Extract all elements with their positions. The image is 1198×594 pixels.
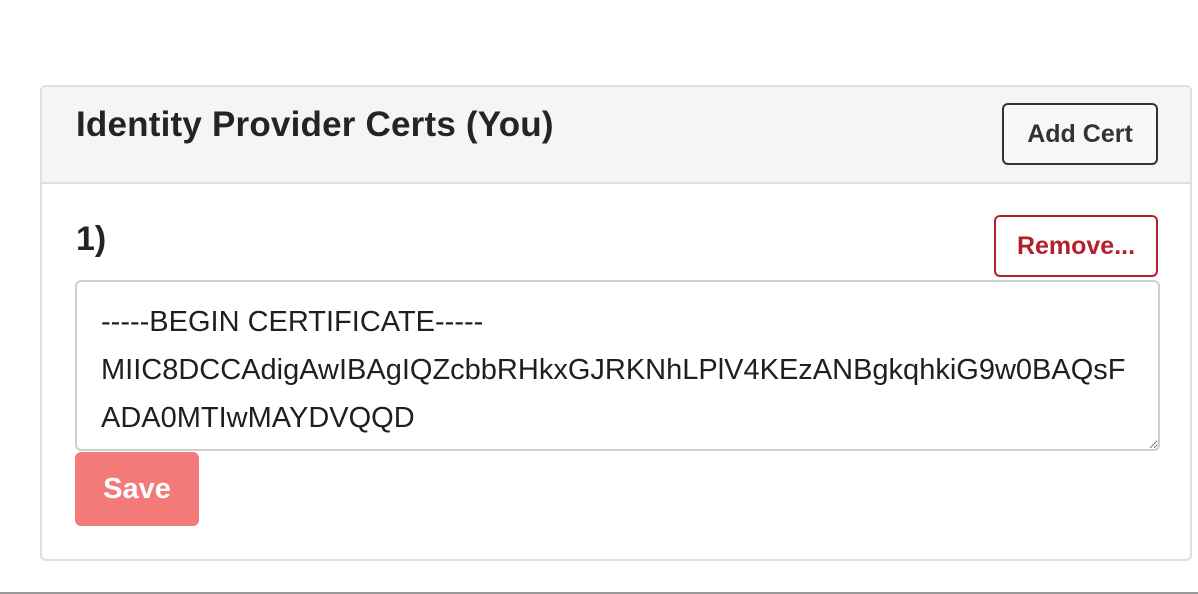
cert-index-label: 1)	[76, 220, 107, 258]
idp-certs-panel: Identity Provider Certs (You) Add Cert 1…	[40, 85, 1192, 561]
add-cert-button[interactable]: Add Cert	[1002, 103, 1158, 165]
certificate-textarea[interactable]: -----BEGIN CERTIFICATE----- MIIC8DCCAdig…	[75, 280, 1160, 451]
panel-title: Identity Provider Certs (You)	[76, 105, 554, 144]
panel-body: 1) Remove... -----BEGIN CERTIFICATE-----…	[42, 184, 1190, 559]
page: Identity Provider Certs (You) Add Cert 1…	[0, 0, 1198, 594]
save-button[interactable]: Save	[75, 452, 199, 526]
remove-cert-button[interactable]: Remove...	[994, 215, 1158, 277]
panel-header: Identity Provider Certs (You) Add Cert	[42, 87, 1190, 184]
